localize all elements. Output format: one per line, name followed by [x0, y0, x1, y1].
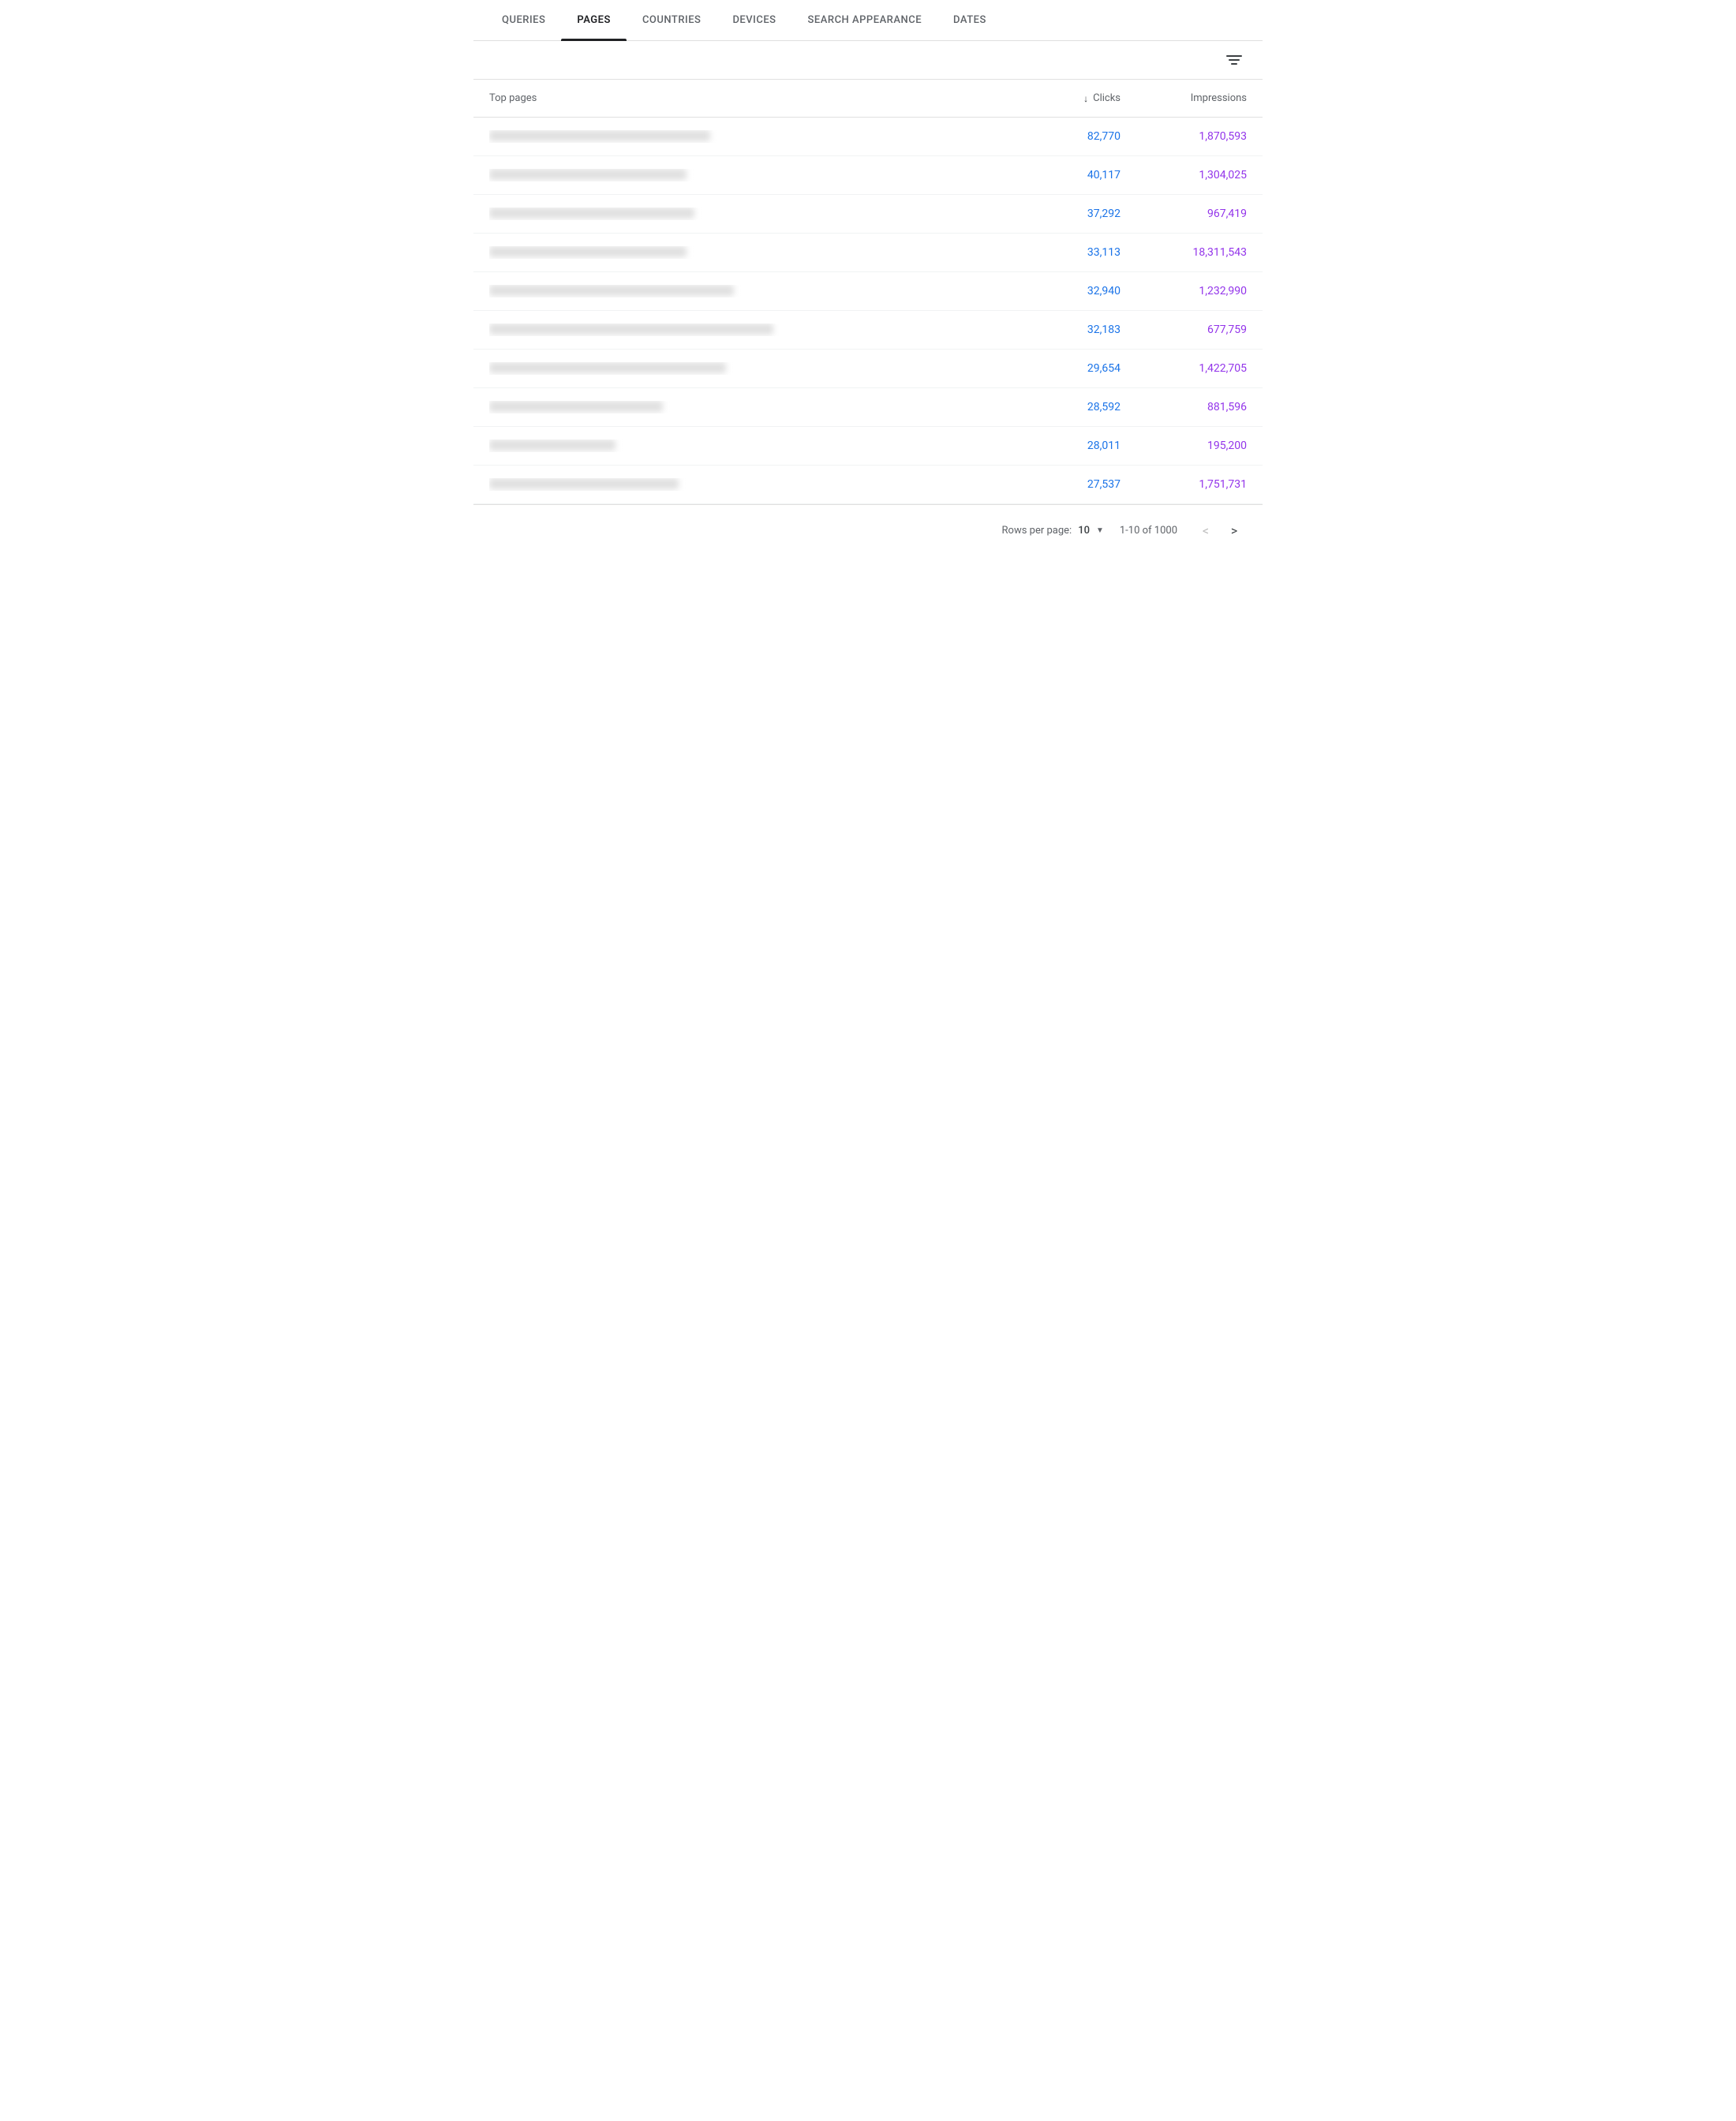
blurred-url: https://example.com/top-content-blog — [489, 208, 694, 219]
impressions-cell: 1,304,025 — [1121, 169, 1247, 181]
table-row: https://example.com/ 28,011 195,200 — [473, 427, 1263, 466]
impressions-cell: 677,759 — [1121, 324, 1247, 336]
page-url-cell[interactable]: https://example.com/instagram-path — [489, 401, 994, 413]
page-url-cell[interactable]: https://example.com/how-to-get-popular-s… — [489, 362, 994, 375]
table-row: https://example.com/how-to-get-popular-v… — [473, 272, 1263, 311]
page-url-cell[interactable]: https://example.com/social-media-path — [489, 169, 994, 181]
impressions-cell: 881,596 — [1121, 401, 1247, 413]
page-url-cell[interactable]: https://example.com/top-content-blog — [489, 208, 994, 220]
table-row: https://example.com/top-popular-result 3… — [473, 234, 1263, 272]
next-page-button[interactable]: > — [1222, 518, 1247, 543]
blurred-url: https://example.com/ — [489, 440, 615, 451]
rows-per-page-label: Rows per page: — [1002, 525, 1072, 537]
prev-page-button[interactable]: < — [1193, 518, 1218, 543]
filter-line-1 — [1226, 55, 1242, 57]
blurred-url: https://example.com/social-media-path — [489, 169, 687, 180]
filter-button[interactable] — [1222, 50, 1247, 69]
table-row: https://example.com/social-media-path 40… — [473, 156, 1263, 195]
tab-queries[interactable]: QUERIES — [486, 0, 561, 40]
impressions-cell: 195,200 — [1121, 440, 1247, 452]
impressions-cell: 1,870,593 — [1121, 130, 1247, 143]
column-header-clicks[interactable]: ↓ Clicks — [994, 92, 1121, 104]
page-range: 1-10 of 1000 — [1120, 525, 1177, 537]
blurred-url: https://example.com/top-seo-hashtags — [489, 478, 679, 489]
table-row: https://example.com/some-sample-path 82,… — [473, 118, 1263, 156]
tab-dates[interactable]: DATES — [937, 0, 1002, 40]
blurred-url: https://example.com/some-sample-path — [489, 130, 710, 141]
clicks-cell: 28,592 — [994, 401, 1121, 413]
rows-per-page-value: 10 — [1078, 525, 1090, 537]
table-row: https://example.com/top-content-blog 37,… — [473, 195, 1263, 234]
table-row: https://example.com/top-seo-hashtags 27,… — [473, 466, 1263, 504]
page-url-cell[interactable]: https://example.com/some-sample-path — [489, 130, 994, 143]
clicks-cell: 37,292 — [994, 208, 1121, 220]
column-header-page: Top pages — [489, 92, 994, 104]
impressions-cell: 1,422,705 — [1121, 362, 1247, 375]
blurred-url: https://example.com/how-to-get-popular-v… — [489, 285, 734, 296]
tab-devices[interactable]: DEVICES — [716, 0, 791, 40]
page-url-cell[interactable]: https://example.com/top-popular-result — [489, 246, 994, 259]
impressions-cell: 1,232,990 — [1121, 285, 1247, 297]
table-body: https://example.com/some-sample-path 82,… — [473, 118, 1263, 504]
blurred-url: https://example.com/how-to-get-popular-s… — [489, 362, 726, 373]
page-url-cell[interactable]: https://example.com/top-popular-internet… — [489, 324, 994, 336]
data-table: Top pages ↓ Clicks Impressions https://e… — [473, 80, 1263, 504]
pagination: Rows per page: 10 ▼ 1-10 of 1000 < > — [473, 504, 1263, 556]
rows-dropdown-arrow-icon[interactable]: ▼ — [1096, 526, 1104, 535]
page-url-cell[interactable]: https://example.com/how-to-get-popular-v… — [489, 285, 994, 297]
page-url-cell[interactable]: https://example.com/top-seo-hashtags — [489, 478, 994, 491]
clicks-cell: 33,113 — [994, 246, 1121, 259]
clicks-cell: 28,011 — [994, 440, 1121, 452]
tab-search-appearance[interactable]: SEARCH APPEARANCE — [792, 0, 938, 40]
impressions-cell: 1,751,731 — [1121, 478, 1247, 491]
blurred-url: https://example.com/top-popular-internet… — [489, 324, 773, 335]
column-header-impressions[interactable]: Impressions — [1121, 92, 1247, 104]
clicks-cell: 82,770 — [994, 130, 1121, 143]
clicks-cell: 32,183 — [994, 324, 1121, 336]
blurred-url: https://example.com/top-popular-result — [489, 246, 687, 257]
filter-line-3 — [1231, 63, 1237, 65]
page-navigation: < > — [1193, 518, 1247, 543]
table-row: https://example.com/instagram-path 28,59… — [473, 388, 1263, 427]
tabs-nav: QUERIES PAGES COUNTRIES DEVICES SEARCH A… — [473, 0, 1263, 41]
tab-pages[interactable]: PAGES — [561, 0, 627, 40]
toolbar — [473, 41, 1263, 80]
blurred-url: https://example.com/instagram-path — [489, 401, 663, 412]
sort-arrow-icon: ↓ — [1083, 93, 1088, 104]
clicks-cell: 40,117 — [994, 169, 1121, 181]
page-url-cell[interactable]: https://example.com/ — [489, 440, 994, 452]
clicks-cell: 27,537 — [994, 478, 1121, 491]
table-header: Top pages ↓ Clicks Impressions — [473, 80, 1263, 118]
clicks-cell: 29,654 — [994, 362, 1121, 375]
clicks-cell: 32,940 — [994, 285, 1121, 297]
table-row: https://example.com/top-popular-internet… — [473, 311, 1263, 350]
impressions-cell: 967,419 — [1121, 208, 1247, 220]
impressions-cell: 18,311,543 — [1121, 246, 1247, 259]
table-row: https://example.com/how-to-get-popular-s… — [473, 350, 1263, 388]
column-clicks-label: Clicks — [1093, 92, 1121, 104]
rows-per-page-control: Rows per page: 10 ▼ — [1002, 525, 1104, 537]
tab-countries[interactable]: COUNTRIES — [627, 0, 717, 40]
filter-line-2 — [1229, 59, 1240, 61]
